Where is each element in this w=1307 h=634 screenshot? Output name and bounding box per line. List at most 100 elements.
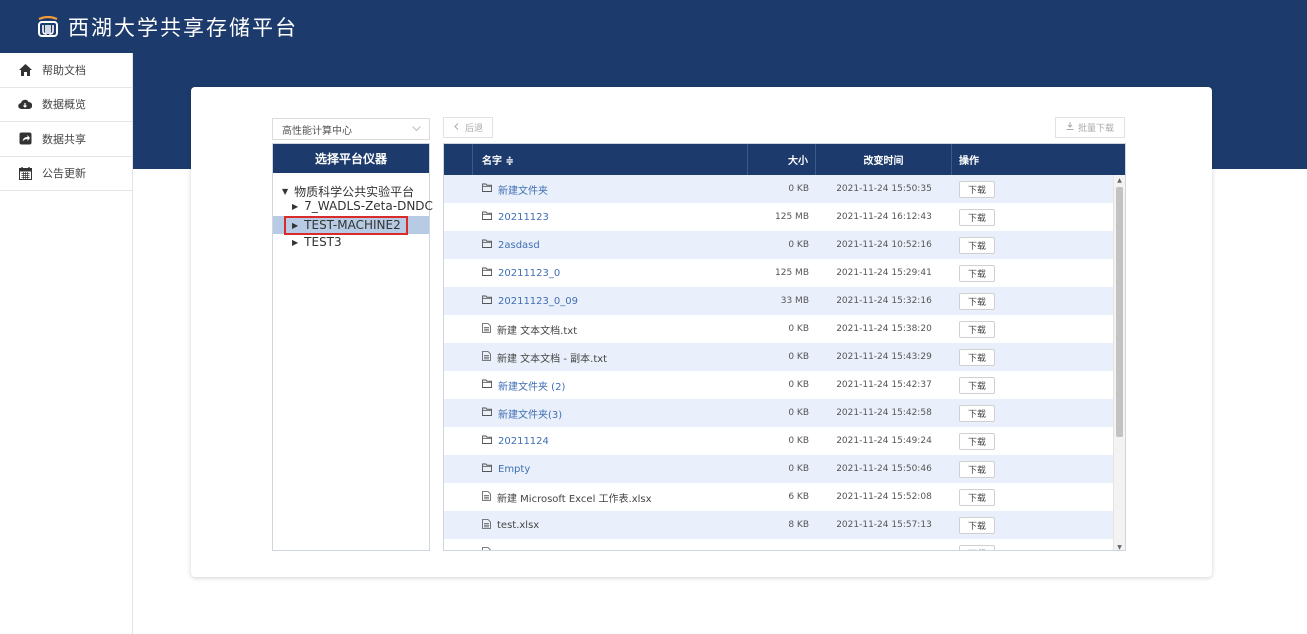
file-name-cell[interactable]: 新建 Microsoft Excel 工作表.xlsx — [473, 483, 748, 511]
tree-node-wadls[interactable]: ▶ 7_WADLS-Zeta-DNDC — [273, 199, 433, 213]
name-column-header[interactable]: 名字 ≑ — [473, 144, 748, 175]
scroll-up-icon[interactable]: ▲ — [1114, 175, 1125, 185]
file-time: 2021-11-24 15:29:41 — [836, 268, 932, 278]
file-name-cell[interactable]: test.xlsx — [473, 511, 748, 539]
file-time: 2021-11-24 15:50:46 — [836, 464, 932, 474]
file-name-cell[interactable]: 新建文件夹 — [473, 175, 748, 203]
download-button[interactable]: 下载 — [959, 264, 995, 282]
platform-select[interactable]: 高性能计算中心 — [272, 118, 430, 140]
file-size: 0 KB — [788, 184, 809, 194]
file-time — [816, 539, 952, 550]
tree-node-root[interactable]: ▼ 物质科学公共实验平台 — [273, 184, 429, 199]
file-time: 2021-11-24 15:42:37 — [836, 380, 932, 390]
table-row[interactable]: 20211123_0_09 33 MB 2021-11-24 15:32:16 下载 — [444, 287, 1125, 315]
file-name: 新建文件夹 (2) — [498, 381, 566, 393]
file-name-cell[interactable]: 20211124 — [473, 427, 748, 455]
file-name: 20211123_0_09 — [498, 295, 578, 307]
table-header: 名字 ≑ 大小 改变时间 操作 — [444, 144, 1125, 175]
table-row[interactable]: 新建文件夹 (2) 0 KB 2021-11-24 15:42:37 下载 — [444, 371, 1125, 399]
row-select-cell — [444, 203, 473, 231]
row-select-cell — [444, 399, 473, 427]
download-button[interactable]: 下载 — [959, 376, 995, 394]
table-row[interactable]: 新建 Microsoft Excel 工作表.xlsx 6 KB 2021-11-2… — [444, 483, 1125, 511]
table-row[interactable]: 20211123_0 125 MB 2021-11-24 15:29:41 下载 — [444, 259, 1125, 287]
download-button[interactable]: 下载 — [959, 320, 995, 338]
table-row[interactable]: 新建 文本文档 - 副本.txt 0 KB 2021-11-24 15:43:29 下… — [444, 343, 1125, 371]
scroll-thumb[interactable] — [1116, 187, 1123, 437]
tree-node-label: 物质科学公共实验平台 — [294, 184, 415, 199]
sidebar-item-share[interactable]: 数据共享 — [0, 122, 132, 157]
table-row[interactable]: Empty 0 KB 2021-11-24 15:50:46 下载 — [444, 455, 1125, 483]
back-button[interactable]: 后退 — [443, 117, 493, 138]
file-name: 2asdasd — [498, 239, 540, 251]
file-icon — [482, 350, 491, 364]
row-actions: 下载 — [952, 175, 1112, 203]
sidebar-item-overview[interactable]: 数据概览 — [0, 88, 132, 122]
share-icon — [18, 132, 32, 146]
download-button[interactable]: 下载 — [959, 516, 995, 534]
file-name-cell[interactable]: ... — [473, 539, 748, 550]
folder-icon — [482, 407, 492, 419]
op-column-header: 操作 — [959, 156, 979, 167]
size-column-header: 大小 — [748, 144, 816, 175]
table-row[interactable]: ... 下载 — [444, 539, 1125, 550]
file-name: 新建 Microsoft Excel 工作表.xlsx — [497, 493, 652, 505]
tree-node-test3[interactable]: ▶ TEST3 — [273, 235, 429, 249]
file-name-cell[interactable]: 20211123_0 — [473, 259, 748, 287]
file-icon — [482, 322, 491, 336]
file-name-cell[interactable]: 新建 文本文档 - 副本.txt — [473, 343, 748, 371]
table-row[interactable]: 新建 文本文档.txt 0 KB 2021-11-24 15:38:20 下载 — [444, 315, 1125, 343]
table-row[interactable]: 2asdasd 0 KB 2021-11-24 10:52:16 下载 — [444, 231, 1125, 259]
file-time: 2021-11-24 15:52:08 — [836, 492, 932, 502]
download-button[interactable]: 下载 — [959, 488, 995, 506]
file-name-cell[interactable]: 20211123 — [473, 203, 748, 231]
tree-node-label: 7_WADLS-Zeta-DNDC — [304, 199, 433, 213]
file-name-cell[interactable]: 新建文件夹 (2) — [473, 371, 748, 399]
table-row[interactable]: 20211123 125 MB 2021-11-24 16:12:43 下载 — [444, 203, 1125, 231]
row-select-cell — [444, 371, 473, 399]
scroll-down-icon[interactable]: ▼ — [1114, 542, 1125, 551]
download-button[interactable]: 下载 — [959, 404, 995, 422]
file-time: 2021-11-24 15:43:29 — [836, 352, 932, 362]
row-actions: 下载 — [952, 371, 1112, 399]
select-column-header — [444, 144, 473, 175]
file-time: 2021-11-24 15:42:58 — [836, 408, 932, 418]
download-button[interactable]: 下载 — [959, 208, 995, 226]
file-name-cell[interactable]: 2asdasd — [473, 231, 748, 259]
back-button-label: 后退 — [465, 124, 484, 134]
file-name-cell[interactable]: 新建文件夹(3) — [473, 399, 748, 427]
row-select-cell — [444, 231, 473, 259]
table-row[interactable]: 20211124 0 KB 2021-11-24 15:49:24 下载 — [444, 427, 1125, 455]
row-actions: 下载 — [952, 483, 1112, 511]
table-row[interactable]: 新建文件夹 0 KB 2021-11-24 15:50:35 下载 — [444, 175, 1125, 203]
row-actions: 下载 — [952, 203, 1112, 231]
tree-node-test-machine2[interactable]: ▶ TEST-MACHINE2 — [273, 216, 429, 234]
download-button[interactable]: 下载 — [959, 544, 995, 550]
download-button[interactable]: 下载 — [959, 180, 995, 198]
folder-icon — [482, 267, 492, 279]
batch-download-button[interactable]: 批量下载 — [1055, 117, 1125, 138]
table-row[interactable]: test.xlsx 8 KB 2021-11-24 15:57:13 下载 — [444, 511, 1125, 539]
file-size: 0 KB — [788, 324, 809, 334]
app-title: 西湖大学共享存储平台 — [68, 15, 298, 40]
row-select-cell — [444, 455, 473, 483]
download-button[interactable]: 下载 — [959, 432, 995, 450]
row-select-cell — [444, 287, 473, 315]
folder-icon — [482, 463, 492, 475]
sidebar-item-announcements[interactable]: 公告更新 — [0, 157, 132, 191]
download-button[interactable]: 下载 — [959, 292, 995, 310]
row-actions: 下载 — [952, 343, 1112, 371]
download-button[interactable]: 下载 — [959, 460, 995, 478]
file-time: 2021-11-24 15:49:24 — [836, 436, 932, 446]
folder-icon — [482, 211, 492, 223]
file-name-cell[interactable]: Empty — [473, 455, 748, 483]
table-scrollbar[interactable]: ▲ ▼ — [1113, 175, 1125, 551]
table-row[interactable]: 新建文件夹(3) 0 KB 2021-11-24 15:42:58 下载 — [444, 399, 1125, 427]
file-name-cell[interactable]: 20211123_0_09 — [473, 287, 748, 315]
file-name-cell[interactable]: 新建 文本文档.txt — [473, 315, 748, 343]
file-name: 20211123_0 — [498, 267, 561, 279]
download-button[interactable]: 下载 — [959, 348, 995, 366]
row-actions: 下载 — [952, 399, 1112, 427]
download-button[interactable]: 下载 — [959, 236, 995, 254]
sidebar-item-help[interactable]: 帮助文档 — [0, 53, 132, 88]
